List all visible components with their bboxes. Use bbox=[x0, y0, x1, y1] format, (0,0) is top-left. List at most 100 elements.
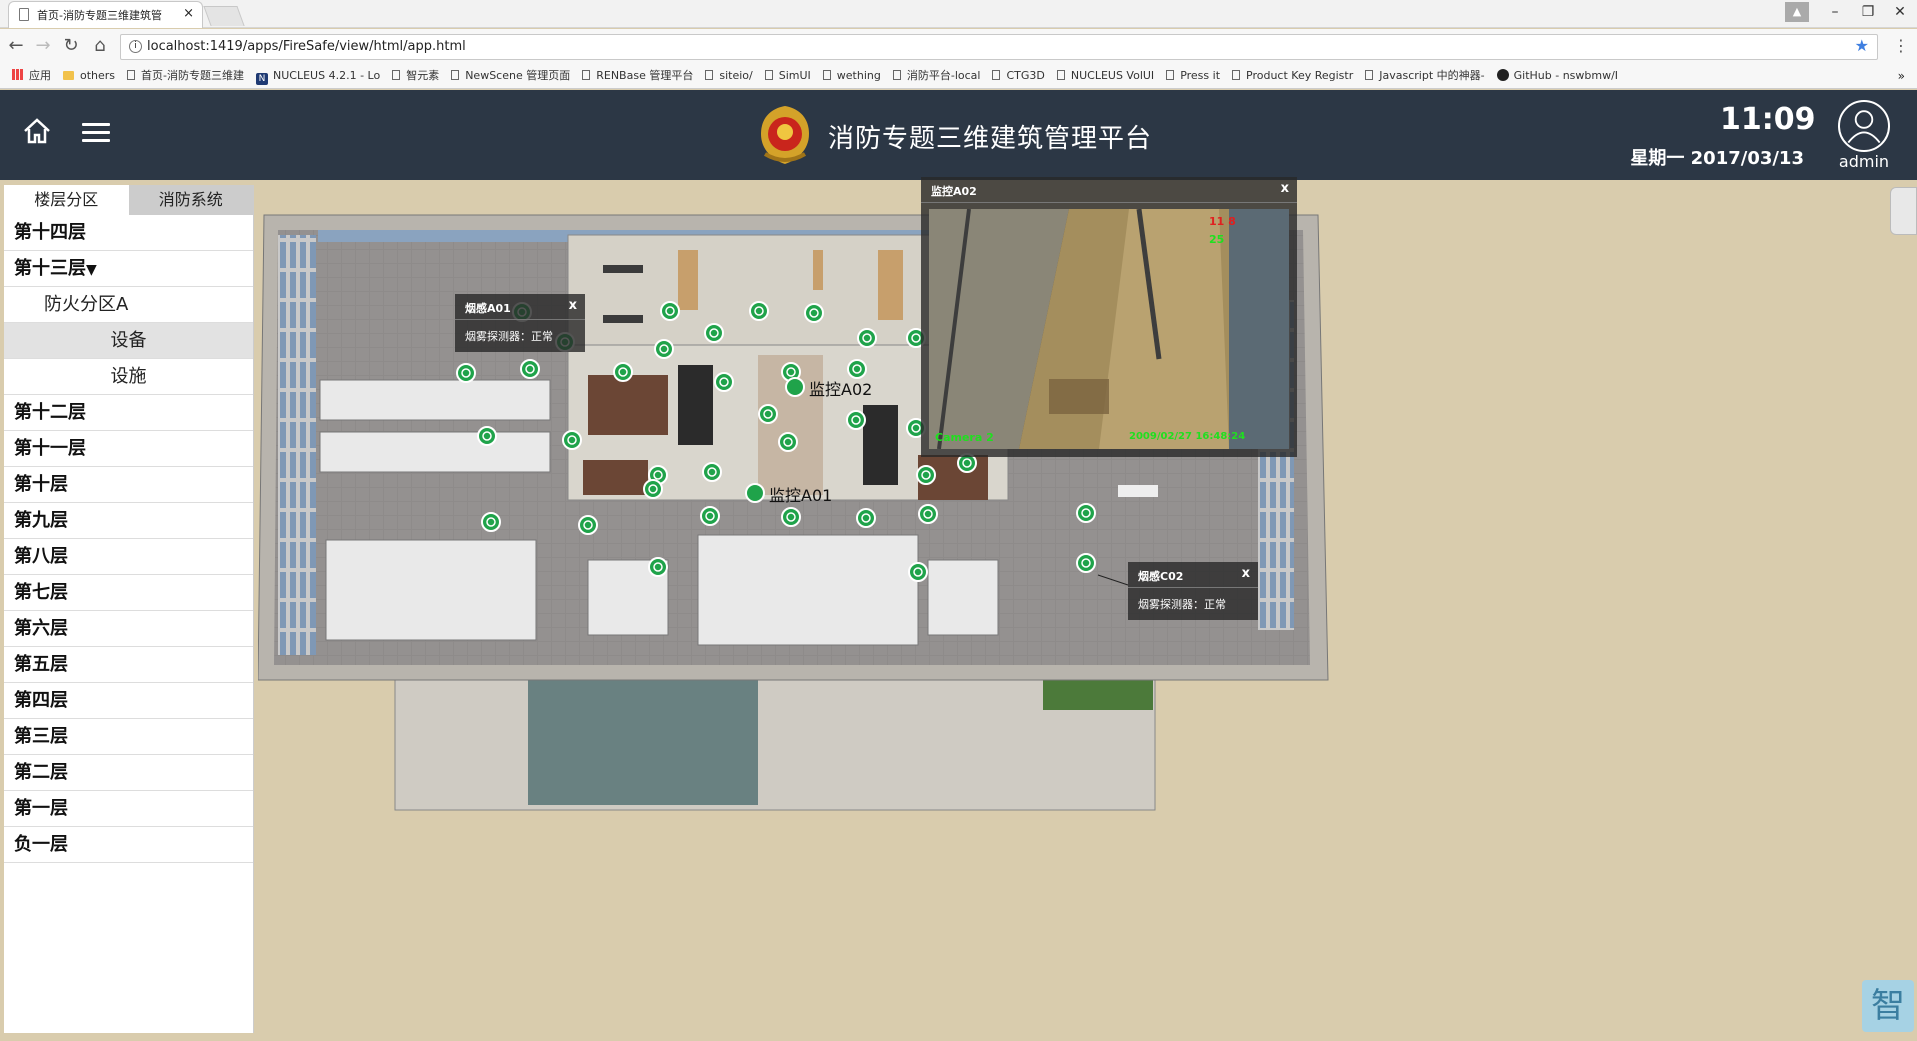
building-3d-view[interactable]: 监控A01 监控A02 烟感A01 x 烟雾探测器：正常 烟感C02 x 烟雾探… bbox=[258, 177, 1917, 1041]
smoke-sensor-icon[interactable] bbox=[846, 410, 866, 430]
bookmark-label: 消防平台-local bbox=[906, 69, 981, 82]
smoke-sensor-icon[interactable] bbox=[643, 479, 663, 499]
smoke-sensor-icon[interactable] bbox=[477, 426, 497, 446]
smoke-sensor-icon[interactable] bbox=[778, 432, 798, 452]
bookmark-item[interactable]: Javascript 中的神器- bbox=[1365, 65, 1485, 87]
smoke-sensor-icon[interactable] bbox=[648, 557, 668, 577]
bookmark-item[interactable]: 应用 bbox=[12, 65, 51, 87]
profile-icon[interactable]: ▲ bbox=[1785, 2, 1809, 22]
smoke-sensor-icon[interactable] bbox=[857, 328, 877, 348]
smoke-sensor-icon[interactable] bbox=[654, 339, 674, 359]
smoke-sensor-icon[interactable] bbox=[481, 512, 501, 532]
fire-emblem-icon bbox=[761, 106, 809, 164]
user-name[interactable]: admin bbox=[1830, 152, 1898, 171]
desk bbox=[603, 265, 643, 273]
smoke-sensor-icon[interactable] bbox=[916, 465, 936, 485]
info-icon[interactable]: i bbox=[129, 40, 142, 53]
camera-marker-a01[interactable] bbox=[745, 483, 765, 503]
floor-item[interactable]: 第三层 bbox=[4, 719, 253, 755]
zone-item[interactable]: 防火分区A bbox=[4, 287, 253, 323]
tab-fire-system[interactable]: 消防系统 bbox=[129, 185, 254, 215]
close-icon[interactable]: x bbox=[1242, 566, 1250, 581]
floor-item[interactable]: 第十层 bbox=[4, 467, 253, 503]
bookmark-item[interactable]: Press it bbox=[1166, 65, 1220, 87]
floor-item[interactable]: 第十四层 bbox=[4, 215, 253, 251]
smoke-sensor-icon[interactable] bbox=[918, 504, 938, 524]
more-bookmarks-icon[interactable]: » bbox=[1898, 65, 1905, 87]
bookmark-item[interactable]: 智元素 bbox=[392, 65, 439, 87]
tab-floor-zones[interactable]: 楼层分区 bbox=[4, 185, 129, 215]
new-tab-button[interactable] bbox=[203, 6, 245, 26]
bookmark-item[interactable]: others bbox=[63, 65, 115, 87]
close-icon[interactable]: x bbox=[1281, 181, 1289, 196]
camera-marker-a02[interactable] bbox=[785, 377, 805, 397]
bookmark-item[interactable]: NUCLEUS VolUI bbox=[1056, 65, 1154, 87]
smoke-sensor-icon[interactable] bbox=[700, 506, 720, 526]
floor-item[interactable]: 第五层 bbox=[4, 647, 253, 683]
close-icon[interactable]: x bbox=[569, 298, 577, 313]
zone-item-devices[interactable]: 设备 bbox=[4, 323, 253, 359]
bookmark-item[interactable]: RENBase 管理平台 bbox=[582, 65, 693, 87]
floor-item-expanded[interactable]: 第十三层▼ bbox=[4, 251, 253, 287]
bookmark-item[interactable]: NewScene 管理页面 bbox=[451, 65, 570, 87]
smoke-sensor-icon[interactable] bbox=[562, 430, 582, 450]
url-input[interactable]: i localhost:1419/apps/FireSafe/view/html… bbox=[120, 34, 1878, 60]
floor-item[interactable]: 第二层 bbox=[4, 755, 253, 791]
bookmark-item[interactable]: Product Key Registr bbox=[1232, 65, 1353, 87]
camera-label-a02[interactable]: 监控A02 bbox=[809, 376, 872, 400]
camera-video-feed[interactable]: 11 8 25 Camera 2 2009/02/27 16:48:24 bbox=[929, 209, 1289, 449]
back-icon[interactable]: ← bbox=[4, 35, 28, 56]
app-title: 消防专题三维建筑管理平台 bbox=[828, 124, 1153, 154]
floor-item[interactable]: 第十二层 bbox=[4, 395, 253, 431]
bookmark-item[interactable]: CTG3D bbox=[992, 65, 1045, 87]
close-window-button[interactable]: ✕ bbox=[1880, 2, 1917, 22]
smoke-sensor-icon[interactable] bbox=[781, 507, 801, 527]
smoke-sensor-icon[interactable] bbox=[520, 359, 540, 379]
smoke-sensor-icon[interactable] bbox=[578, 515, 598, 535]
smoke-sensor-icon[interactable] bbox=[1076, 553, 1096, 573]
sidebar-tabs: 楼层分区 消防系统 bbox=[4, 185, 253, 215]
bookmark-star-icon[interactable]: ★ bbox=[1855, 36, 1869, 55]
floor-item[interactable]: 第六层 bbox=[4, 611, 253, 647]
bookmark-item[interactable]: SimUI bbox=[764, 65, 811, 87]
smoke-sensor-icon[interactable] bbox=[908, 562, 928, 582]
home-icon[interactable]: ⌂ bbox=[88, 35, 112, 56]
smoke-sensor-icon[interactable] bbox=[660, 301, 680, 321]
bookmark-item[interactable]: siteio/ bbox=[705, 65, 753, 87]
smoke-sensor-icon[interactable] bbox=[856, 508, 876, 528]
bookmark-item[interactable]: 首页-消防专题三维建 bbox=[127, 65, 244, 87]
page-icon bbox=[1166, 70, 1175, 80]
smoke-sensor-icon[interactable] bbox=[1076, 503, 1096, 523]
smoke-sensor-icon[interactable] bbox=[702, 462, 722, 482]
zone-item-facilities[interactable]: 设施 bbox=[4, 359, 253, 395]
smoke-sensor-icon[interactable] bbox=[714, 372, 734, 392]
menu-toggle-icon[interactable] bbox=[82, 123, 110, 143]
smoke-sensor-icon[interactable] bbox=[704, 323, 724, 343]
floor-item[interactable]: 第四层 bbox=[4, 683, 253, 719]
bookmark-item[interactable]: wething bbox=[822, 65, 881, 87]
floor-item[interactable]: 第八层 bbox=[4, 539, 253, 575]
forward-icon[interactable]: → bbox=[31, 35, 55, 56]
floor-item[interactable]: 第十一层 bbox=[4, 431, 253, 467]
camera-label-a01[interactable]: 监控A01 bbox=[769, 482, 832, 506]
floor-item[interactable]: 负一层 bbox=[4, 827, 253, 863]
smoke-sensor-icon[interactable] bbox=[613, 362, 633, 382]
floor-item[interactable]: 第七层 bbox=[4, 575, 253, 611]
bookmark-item[interactable]: N NUCLEUS 4.2.1 - Lo bbox=[256, 65, 380, 87]
floor-item[interactable]: 第一层 bbox=[4, 791, 253, 827]
bookmark-item[interactable]: GitHub - nswbmw/I bbox=[1496, 65, 1618, 87]
browser-tab[interactable]: 首页-消防专题三维建筑管 × bbox=[8, 1, 203, 28]
floor-item[interactable]: 第九层 bbox=[4, 503, 253, 539]
browser-menu-icon[interactable]: ⋮ bbox=[1893, 36, 1909, 55]
bookmark-item[interactable]: 消防平台-local bbox=[892, 65, 981, 87]
smoke-sensor-icon[interactable] bbox=[749, 301, 769, 321]
smoke-sensor-icon[interactable] bbox=[804, 303, 824, 323]
smoke-sensor-icon[interactable] bbox=[758, 404, 778, 424]
bookmark-label: Press it bbox=[1180, 69, 1221, 82]
layers-panel-toggle-icon[interactable] bbox=[1890, 187, 1917, 235]
smoke-sensor-icon[interactable] bbox=[456, 363, 476, 383]
reload-icon[interactable]: ↻ bbox=[59, 35, 83, 56]
user-avatar-icon[interactable] bbox=[1838, 100, 1890, 152]
home-icon[interactable] bbox=[22, 116, 52, 146]
close-tab-icon[interactable]: × bbox=[183, 6, 194, 21]
